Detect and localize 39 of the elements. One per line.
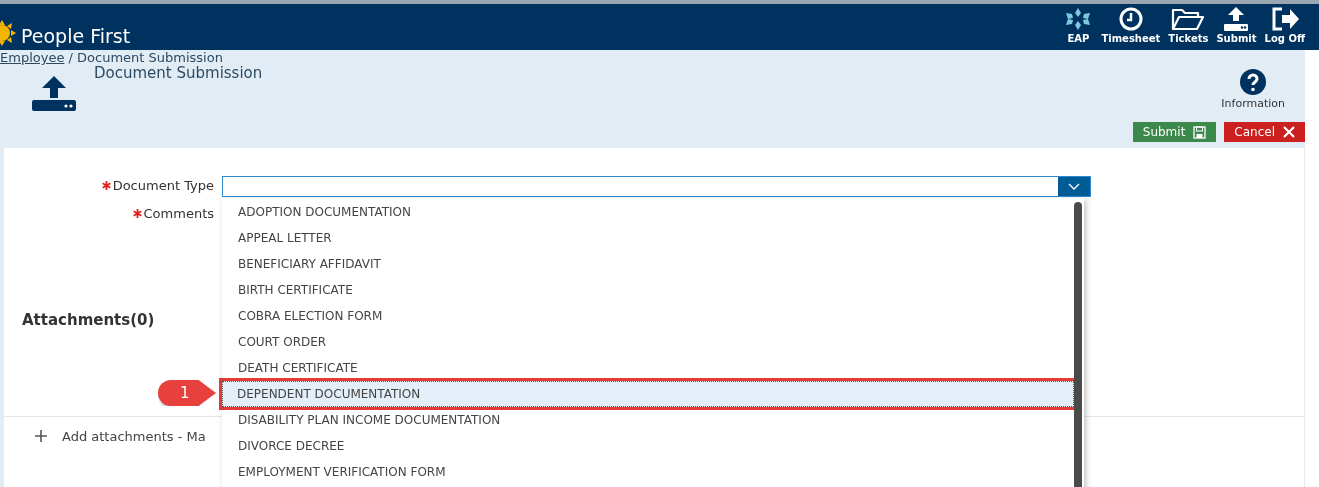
- dropdown-option[interactable]: COURT ORDER: [222, 329, 1074, 355]
- sun-logo-icon: [0, 18, 18, 48]
- plus-icon[interactable]: [34, 429, 48, 444]
- breadcrumb-text: / Document Submission: [68, 50, 223, 65]
- field-label: Document Type: [112, 177, 214, 195]
- dropdown-option[interactable]: BENEFICIARY AFFIDAVIT: [222, 251, 1074, 277]
- help-icon[interactable]: [1239, 68, 1268, 96]
- information-label: Information: [1221, 96, 1285, 112]
- submit-button[interactable]: Submit: [1132, 122, 1217, 142]
- nav-button[interactable]: Timesheet: [1099, 6, 1163, 44]
- dropdown-option[interactable]: ADOPTION DOCUMENTATION: [222, 199, 1074, 225]
- page-title: Document Submission: [94, 63, 263, 84]
- document-type-select[interactable]: [222, 176, 1091, 197]
- clock-icon: [1117, 6, 1144, 32]
- dropdown-option[interactable]: DEPENDENT DOCUMENTATION: [222, 381, 1074, 407]
- save-icon: [1193, 125, 1207, 139]
- add-attachments-link[interactable]: Add attachments - Ma: [62, 426, 206, 446]
- close-icon: [1283, 126, 1295, 138]
- folder-icon: [1171, 6, 1206, 32]
- dropdown-option[interactable]: DIVORCE DECREE: [222, 433, 1074, 459]
- field-label: Comments: [143, 204, 214, 223]
- breadcrumb-link[interactable]: Employee: [0, 50, 65, 65]
- chevron-down-icon: [1068, 183, 1080, 190]
- app-title: People First: [21, 27, 131, 46]
- dropdown-option[interactable]: DEATH CERTIFICATE: [222, 355, 1074, 381]
- nav-button[interactable]: Submit: [1214, 6, 1259, 44]
- scrollbar[interactable]: [1074, 202, 1082, 487]
- dropdown-option[interactable]: DISABILITY PLAN INCOME DOCUMENTATION: [222, 407, 1074, 433]
- nav-button[interactable]: Log Off: [1262, 6, 1307, 44]
- dropdown-option[interactable]: APPEAL LETTER: [222, 225, 1074, 251]
- attachments-heading: Attachments(0): [22, 310, 155, 331]
- nav-button[interactable]: Tickets: [1166, 6, 1211, 44]
- cancel-button[interactable]: Cancel: [1224, 122, 1305, 142]
- dropdown-option[interactable]: COBRA ELECTION FORM: [222, 303, 1074, 329]
- dropdown-option[interactable]: BIRTH CERTIFICATE: [222, 277, 1074, 303]
- dropdown-option[interactable]: EMPLOYMENT VERIFICATION FORM: [222, 459, 1074, 485]
- nav-button[interactable]: EAP: [1061, 6, 1096, 44]
- step-callout: 1: [158, 380, 216, 406]
- upload-icon: [30, 76, 78, 112]
